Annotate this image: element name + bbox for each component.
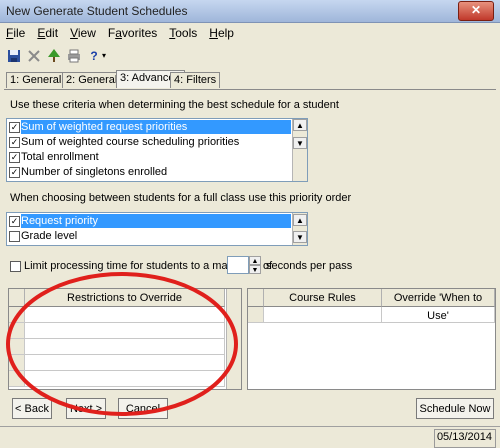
menu-tools-rest: ools: [175, 26, 198, 40]
row-header-cell: [248, 289, 264, 307]
menu-file[interactable]: File: [6, 26, 25, 40]
red-ellipse-annotation: [6, 272, 238, 416]
criteria-checkbox[interactable]: ✓: [9, 152, 20, 163]
criteria-item-label: Sum of weighted course scheduling priori…: [21, 136, 240, 148]
status-date: 05/13/2014: [436, 431, 492, 443]
criteria-heading: Use these criteria when determining the …: [10, 99, 339, 111]
menu-tools[interactable]: Tools: [169, 26, 197, 40]
criteria-scrollbar[interactable]: ▲ ▼: [292, 119, 307, 181]
priority-heading: When choosing between students for a ful…: [10, 192, 352, 204]
priority-item[interactable]: ✓ Request priority: [7, 214, 291, 228]
title-bar: New Generate Student Schedules ✕: [0, 0, 500, 23]
row-selector[interactable]: [248, 307, 264, 323]
menu-edit-rest: dit: [45, 26, 59, 40]
window-title: New Generate Student Schedules: [6, 4, 188, 18]
criteria-item[interactable]: ✓ Sum of weighted course scheduling prior…: [7, 135, 291, 149]
course-rules-header: Course Rules: [264, 289, 382, 307]
criteria-item-label: Number of singletons enrolled: [21, 166, 168, 178]
status-bar: 05/13/2014: [0, 426, 500, 448]
spin-down-icon[interactable]: ▼: [249, 265, 261, 274]
delete-icon[interactable]: [26, 48, 42, 64]
priority-item-label: Request priority: [21, 214, 291, 228]
print-icon[interactable]: [66, 48, 82, 64]
tree-icon[interactable]: [46, 48, 62, 64]
save-icon[interactable]: [6, 48, 22, 64]
menu-help-rest: elp: [217, 26, 234, 40]
priority-item-label: Grade level: [21, 230, 78, 242]
spin-up-icon[interactable]: ▲: [249, 256, 261, 265]
scroll-up-icon[interactable]: ▲: [293, 214, 307, 226]
menu-view[interactable]: View: [70, 26, 96, 40]
menu-view-rest: iew: [77, 26, 96, 40]
criteria-checkbox[interactable]: ✓: [9, 137, 20, 148]
menu-help-accel: H: [209, 26, 218, 40]
close-button[interactable]: ✕: [458, 1, 494, 21]
application-window: New Generate Student Schedules ✕ File Edi…: [0, 0, 500, 448]
menu-bar: File Edit View Favorites Tools Help: [0, 26, 500, 42]
criteria-item[interactable]: ✓ Sum of weighted request priorities: [7, 120, 291, 134]
criteria-item[interactable]: ✓ Number of singletons enrolled: [7, 165, 291, 179]
priority-list[interactable]: ✓ Request priority Grade level ▲ ▼: [6, 212, 308, 246]
tab-filters[interactable]: 4: Filters: [170, 72, 221, 88]
course-rules-grid[interactable]: Course Rules Override 'When to Use': [247, 288, 496, 390]
scroll-down-icon[interactable]: ▼: [293, 231, 307, 243]
priority-checkbox[interactable]: ✓: [9, 216, 20, 227]
menu-favorites-accel: a: [115, 26, 122, 40]
override-when-to-use-header: Override 'When to Use': [382, 289, 495, 322]
criteria-item-label: Sum of weighted request priorities: [21, 120, 291, 134]
priority-scrollbar[interactable]: ▲ ▼: [292, 213, 307, 245]
scroll-up-icon[interactable]: ▲: [293, 119, 307, 131]
grid-cell[interactable]: [264, 307, 382, 323]
criteria-item-label: Total enrollment: [21, 151, 99, 163]
limit-suffix: seconds per pass: [266, 260, 353, 272]
scroll-down-icon[interactable]: ▼: [293, 137, 307, 149]
grid-cell[interactable]: [382, 307, 495, 323]
menu-file-rest: ile: [13, 26, 26, 40]
criteria-item[interactable]: ✓ Total enrollment: [7, 150, 291, 164]
criteria-checkbox[interactable]: ✓: [9, 122, 20, 133]
menu-view-accel: V: [70, 26, 78, 40]
menu-edit[interactable]: Edit: [37, 26, 58, 40]
menu-favorites[interactable]: Favorites: [108, 26, 157, 40]
menu-help[interactable]: Help: [209, 26, 234, 40]
schedule-now-button[interactable]: Schedule Now: [416, 398, 494, 419]
criteria-list[interactable]: ✓ Sum of weighted request priorities ✓ Sum…: [6, 118, 308, 182]
priority-checkbox[interactable]: [9, 231, 20, 242]
priority-item[interactable]: Grade level: [7, 229, 291, 243]
menu-favorites-rest: vorites: [121, 26, 158, 40]
dropdown-arrow-icon[interactable]: ▾: [96, 48, 112, 64]
toolbar: ? ▾: [4, 48, 204, 66]
criteria-checkbox[interactable]: ✓: [9, 167, 20, 178]
